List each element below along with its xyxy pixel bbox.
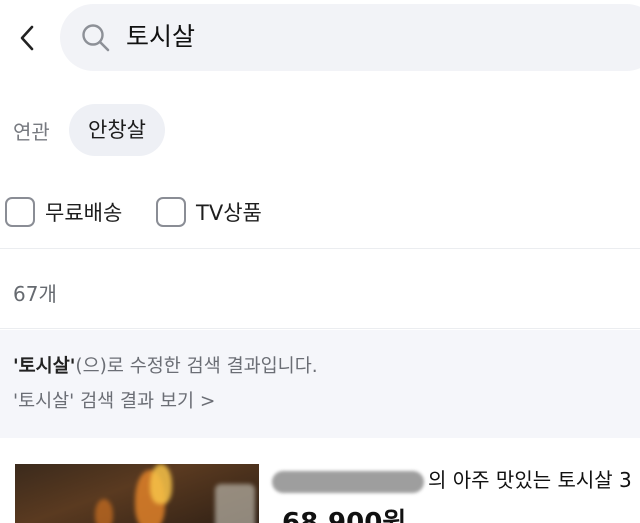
redacted-text <box>272 470 424 493</box>
corrected-query: '토시살' <box>13 356 76 377</box>
related-keywords: 연관 안창살 <box>0 102 640 158</box>
correction-text: (으)로 수정한 검색 결과입니다. <box>75 356 318 377</box>
search-icon <box>82 24 110 52</box>
product-title[interactable]: 의 아주 맛있는 토시살 3 <box>272 464 632 493</box>
search-correction-notice: '토시살'(으)로 수정한 검색 결과입니다. '토시살' 검색 결과 보기 > <box>0 330 640 438</box>
search-header: 토시살 <box>0 0 640 76</box>
filter-tv-product[interactable]: TV상품 <box>156 192 262 232</box>
related-chip[interactable]: 안창살 <box>69 104 165 156</box>
divider <box>0 248 640 249</box>
product-card[interactable]: 의 아주 맛있는 토시살 3 68,900원 <box>0 438 640 523</box>
product-price: 68,900원 <box>282 508 407 523</box>
divider <box>0 328 640 329</box>
chevron-left-icon <box>20 25 34 51</box>
back-button[interactable] <box>10 18 44 58</box>
search-results-page: 토시살 연관 안창살 무료배송 TV상품 67개 '토시살'(으)로 수정한 검… <box>0 0 640 523</box>
correction-message: '토시살'(으)로 수정한 검색 결과입니다. <box>13 352 318 378</box>
filter-free-shipping[interactable]: 무료배송 <box>5 192 122 232</box>
related-label: 연관 <box>13 120 50 144</box>
free-shipping-checkbox[interactable] <box>5 197 35 227</box>
search-input[interactable]: 토시살 <box>60 4 640 71</box>
result-count: 67개 <box>13 282 57 306</box>
product-image <box>15 464 259 523</box>
filter-label: 무료배송 <box>45 201 123 225</box>
filter-label: TV상품 <box>196 201 262 225</box>
filter-bar: 무료배송 TV상품 <box>0 192 640 232</box>
search-query-text: 토시살 <box>126 22 196 51</box>
tv-product-checkbox[interactable] <box>156 197 186 227</box>
original-query-link[interactable]: '토시살' 검색 결과 보기 > <box>13 387 215 413</box>
